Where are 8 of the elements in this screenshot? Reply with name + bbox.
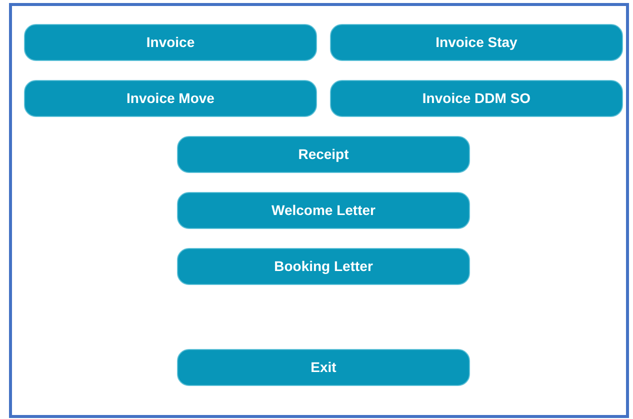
menu-button[interactable]: Invoice Stay [330, 24, 623, 61]
menu-button[interactable]: Invoice DDM SO [330, 80, 623, 117]
menu-button[interactable]: Receipt [177, 136, 470, 173]
menu-button[interactable]: Invoice [24, 24, 317, 61]
exit-button[interactable]: Exit [177, 349, 470, 386]
menu-button[interactable]: Welcome Letter [177, 192, 470, 229]
menu-button[interactable]: Invoice Move [24, 80, 317, 117]
menu-button[interactable]: Booking Letter [177, 248, 470, 285]
